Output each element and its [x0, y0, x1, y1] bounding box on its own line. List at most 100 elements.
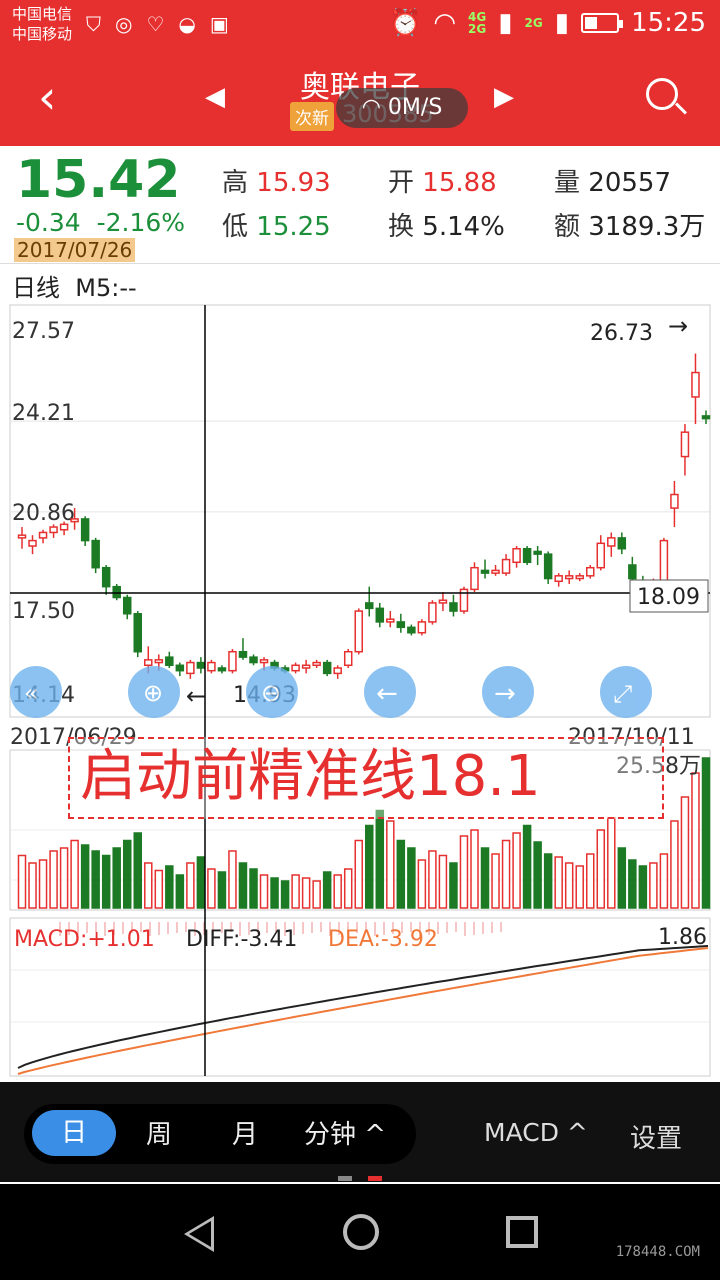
- y-tick-label: 17.50: [12, 599, 75, 624]
- tab-week[interactable]: 周: [146, 1114, 172, 1151]
- nav-home-icon[interactable]: [343, 1214, 379, 1250]
- tab-month[interactable]: 月: [232, 1114, 258, 1151]
- image-icon: ▣: [209, 12, 229, 36]
- nav-back-icon[interactable]: [184, 1216, 214, 1252]
- turnover-value: 5.14%: [422, 212, 505, 242]
- candle-body: [80, 518, 90, 542]
- volume-bar: [585, 853, 595, 909]
- volume-bar: [564, 862, 574, 909]
- settings-button[interactable]: 设置: [630, 1118, 682, 1155]
- zoom-out-icon: ⊖: [261, 679, 281, 707]
- battery-icon: [581, 13, 624, 33]
- zoom-in-button[interactable]: ⊕: [128, 666, 180, 718]
- quote-panel: 15.42 -0.34 -2.16% 2017/07/26 高 15.93 低 …: [0, 146, 720, 264]
- candle-body: [312, 661, 321, 667]
- volume-bar: [575, 865, 584, 909]
- volume-bar: [291, 874, 300, 909]
- scroll-left-fast-button[interactable]: «: [10, 666, 62, 718]
- volume-bar: [386, 820, 395, 909]
- page-indicator: [338, 1176, 382, 1181]
- arrow-left-icon: ←: [376, 679, 398, 709]
- volume-bar: [649, 862, 658, 909]
- indicator-select[interactable]: MACD ^: [484, 1118, 588, 1147]
- candle-body: [291, 664, 300, 672]
- high-annotation: 26.73: [590, 321, 653, 346]
- candle-body: [365, 602, 374, 610]
- volume-bar: [238, 862, 248, 909]
- volume-bar: [196, 856, 206, 909]
- candle-body: [680, 431, 690, 458]
- volume-bar: [701, 757, 711, 909]
- volume-item: 量 20557: [554, 162, 671, 199]
- candle-body: [470, 566, 479, 591]
- candle-body: [522, 547, 532, 564]
- candle-body: [617, 537, 627, 550]
- candle-body: [122, 596, 132, 615]
- candle-body: [386, 618, 395, 623]
- search-icon[interactable]: [646, 78, 678, 110]
- wifi-icon: ◠: [433, 8, 457, 38]
- change-value: -0.34: [16, 208, 81, 237]
- annotation-box: 启动前精准线18.1: [68, 737, 664, 819]
- volume-bar: [596, 829, 606, 909]
- prev-stock-icon[interactable]: ◀: [205, 82, 225, 112]
- new-stock-tag: 次新: [290, 102, 334, 131]
- alert-icon: ◎: [115, 12, 133, 36]
- scroll-right-button[interactable]: →: [482, 666, 534, 718]
- candle-body: [207, 661, 216, 672]
- volume-bar: [543, 853, 553, 909]
- candle-body: [238, 650, 248, 658]
- shield-icon: ⛉: [86, 12, 101, 36]
- candle-body: [543, 553, 553, 580]
- candle-body: [659, 539, 669, 585]
- zoom-out-button[interactable]: ⊖: [246, 666, 298, 718]
- high-item: 高 15.93: [222, 162, 331, 199]
- next-stock-icon[interactable]: ▶: [494, 82, 514, 112]
- candles: [17, 353, 711, 679]
- volume-label: 量: [554, 168, 581, 198]
- low-label: 低: [222, 212, 249, 242]
- period-indicator-row: 日线 M5:--: [12, 268, 137, 303]
- volume-bar: [186, 862, 195, 909]
- volume-bar: [259, 874, 269, 909]
- candle-body: [585, 566, 595, 577]
- signal-icon: ▮: [498, 8, 513, 38]
- volume-bar: [407, 847, 416, 909]
- volume-bar: [638, 865, 648, 909]
- candle-body: [491, 569, 500, 574]
- candle-body: [101, 566, 111, 588]
- volume-bar: [17, 854, 27, 909]
- candle-body: [91, 539, 100, 569]
- tab-day[interactable]: 日: [32, 1110, 116, 1156]
- volume-bar: [691, 772, 700, 909]
- candle-body: [196, 661, 206, 669]
- volume-bar: [354, 839, 363, 909]
- tab-minute[interactable]: 分钟 ^: [304, 1114, 386, 1151]
- candle-body: [144, 659, 153, 667]
- volume-bar: [522, 824, 532, 909]
- turnover-label: 换: [388, 212, 415, 242]
- candle-body: [38, 531, 48, 539]
- kline-chart[interactable]: 27.57 24.21 20.86 17.50 14.14 18.09 26.7…: [0, 300, 720, 1080]
- candle-body: [564, 575, 574, 580]
- volume-bar: [449, 862, 458, 909]
- volume-bar: [501, 839, 511, 909]
- scroll-left-button[interactable]: ←: [364, 666, 416, 718]
- volume-bar: [59, 847, 69, 909]
- candle-body: [49, 526, 58, 534]
- candle-body: [596, 542, 606, 569]
- volume-bar: [554, 856, 563, 909]
- fullscreen-button[interactable]: ⤢: [600, 666, 652, 718]
- candle-body: [533, 550, 542, 555]
- candle-body: [154, 659, 164, 664]
- candle-body: [333, 667, 342, 675]
- zoom-in-icon: ⊕: [143, 679, 163, 707]
- candle-body: [691, 371, 700, 398]
- nav-recent-icon[interactable]: [506, 1216, 538, 1248]
- volume-bar: [38, 859, 48, 909]
- net-2g-label-2: 2G: [524, 16, 543, 30]
- low-item: 低 15.25: [222, 206, 331, 243]
- kline-panel-border: [9, 304, 711, 718]
- volume-bar: [165, 865, 174, 909]
- candle-body: [28, 539, 37, 547]
